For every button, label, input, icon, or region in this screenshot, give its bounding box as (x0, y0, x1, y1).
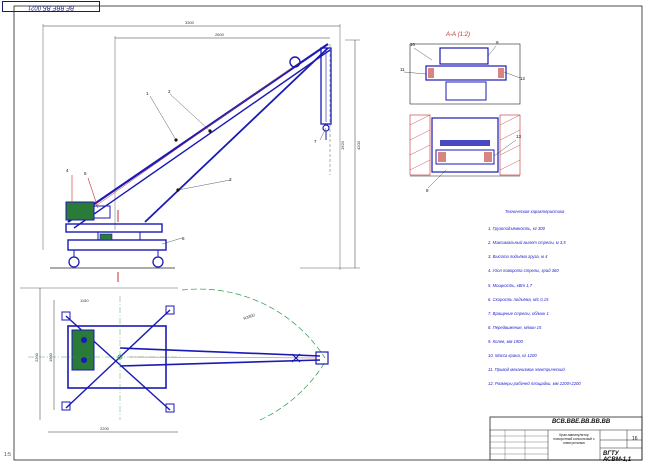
note-item: 5. Мощность, кВт 1,7 (488, 283, 533, 288)
dim-plan-h: 2200 (34, 352, 39, 362)
drawing-sheet: 3300 2600 4200 1920 2200 2200 1900 R3300… (13, 5, 643, 461)
dim-boom-reach: 2600 (215, 32, 225, 37)
callout-7: 7 (314, 139, 317, 144)
title-block-sheets: 16 (632, 436, 638, 442)
callout-2: 2 (168, 89, 171, 94)
note-item: 11. Привод механизмов электрический (488, 367, 565, 372)
section-label: А-А (1:2) (445, 32, 470, 38)
callout-12: 12 (520, 76, 526, 81)
dim-height: 4200 (356, 140, 361, 150)
side-view (42, 24, 360, 282)
note-item: 7. Вращение стрелы, об/мин 1 (488, 311, 549, 316)
callout-1: 1 (146, 91, 149, 96)
notes-heading: Техническая характеристика (505, 209, 565, 214)
title-block-title: Кран-манипулятор поворотный консольный с… (553, 433, 595, 445)
motor-unit (65, 201, 95, 221)
section-view (403, 43, 521, 189)
callout-3: 3 (229, 177, 232, 182)
note-item: 10. Масса крана, кг 1200 (488, 353, 537, 358)
note-item: 12. Размеры рабочей площадки, мм 2200×22… (488, 381, 581, 386)
corner-mark: 1:5 (4, 452, 11, 458)
title-block-code: ВСВ.ВВЕ.ВВ.ВВ.ВВ (552, 419, 611, 425)
sheet-frame (13, 5, 643, 461)
plan-motor (71, 329, 95, 371)
callout-6: 6 (182, 236, 185, 241)
callout-5: 5 (84, 171, 87, 176)
callout-8: 8 (426, 188, 429, 193)
dim-top-width: 3300 (185, 20, 195, 25)
dim-plan-w: 2200 (100, 426, 110, 431)
note-item: 2. Максимальный вылет стрелы, м 3,5 (488, 240, 566, 245)
dim-plan-h2: 1900 (48, 352, 53, 362)
dim-radius: R3300 (243, 312, 257, 321)
title-block-group: ВГТУ АСВМ-1,1 (603, 451, 632, 463)
dim-side-h: 1920 (340, 140, 345, 150)
callout-11: 11 (400, 67, 405, 72)
note-item: 9. Колея, мм 1900 (488, 339, 523, 344)
callout-10: 10 (410, 42, 416, 47)
note-item: 1. Грузоподъёмность, кг 300 (488, 226, 545, 231)
dim-diag: 1150 (80, 298, 89, 303)
note-item: 3. Высота подъёма груза, м 4 (488, 254, 548, 259)
plan-view (20, 287, 329, 433)
callout-4: 4 (66, 168, 69, 173)
note-item: 8. Передвижение, м/мин 15 (488, 325, 542, 330)
note-item: 6. Скорость подъёма, м/с 0,15 (488, 297, 549, 302)
top-stamp: ВЕ.ВВЕ.ВБ.0021 (2, 1, 100, 12)
note-item: 4. Угол поворота стрелы, град 360 (488, 268, 559, 273)
callout-13: 13 (516, 134, 522, 139)
